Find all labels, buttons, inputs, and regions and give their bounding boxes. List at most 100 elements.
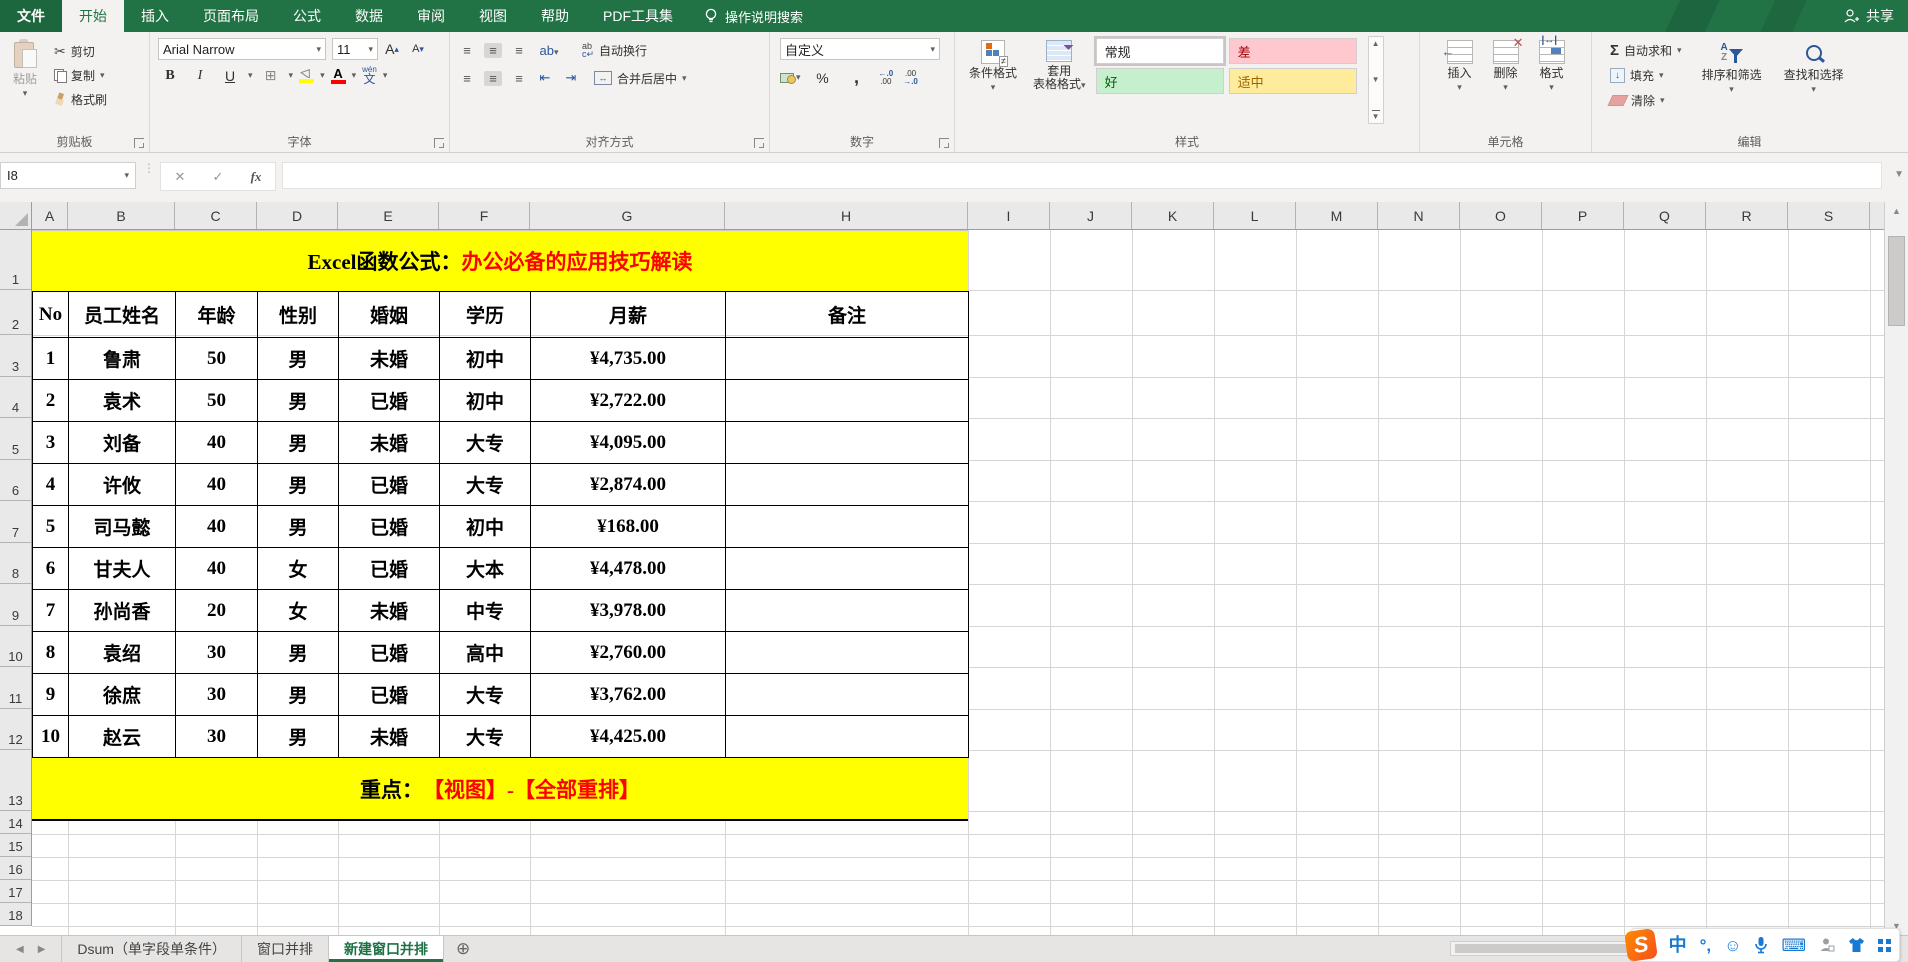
cut-button[interactable]: ✂ 剪切 — [50, 40, 111, 62]
ime-punctuation[interactable]: °, — [1700, 937, 1712, 954]
delete-cells-button[interactable]: ✕ 删除 ▾ — [1487, 36, 1525, 96]
gallery-down-icon[interactable]: ▼ — [1372, 75, 1380, 84]
number-format-combo[interactable]: 自定义 ▾ — [780, 38, 940, 60]
column-header-S[interactable]: S — [1788, 202, 1870, 229]
table-cell[interactable]: 5 — [32, 505, 69, 548]
table-cell[interactable]: 女 — [257, 547, 339, 590]
select-all-button[interactable] — [0, 202, 32, 230]
table-cell[interactable] — [725, 463, 969, 506]
dialog-launcher-icon[interactable] — [754, 138, 764, 148]
column-header-J[interactable]: J — [1050, 202, 1132, 229]
column-header-O[interactable]: O — [1460, 202, 1542, 229]
toolbox-grid-icon[interactable] — [1878, 938, 1883, 944]
table-cell[interactable]: ¥3,762.00 — [530, 673, 726, 716]
table-cell[interactable]: 大本 — [439, 547, 531, 590]
table-cell[interactable]: 50 — [175, 379, 258, 422]
comma-style-button[interactable]: , — [845, 67, 869, 88]
column-header-R[interactable]: R — [1706, 202, 1788, 229]
align-left-icon[interactable]: ≡ — [458, 71, 476, 86]
table-cell[interactable]: ¥4,478.00 — [530, 547, 726, 590]
ime-language-mode[interactable]: 中 — [1669, 936, 1687, 954]
fill-button[interactable]: ↓ 填充 ▾ — [1606, 64, 1686, 86]
row-header-7[interactable]: 7 — [0, 501, 31, 543]
row-header-14[interactable]: 14 — [0, 811, 31, 834]
sheet-tab-Dsum（单字段单条件）[interactable]: Dsum（单字段单条件） — [61, 936, 242, 962]
tab-开始[interactable]: 开始 — [62, 0, 124, 32]
table-cell[interactable]: 30 — [175, 631, 258, 674]
table-cell[interactable]: 20 — [175, 589, 258, 632]
orientation-icon[interactable]: ab▾ — [536, 43, 562, 58]
percent-style-button[interactable]: % — [811, 67, 835, 88]
skin-shirt-icon[interactable] — [1848, 937, 1865, 953]
row-header-15[interactable]: 15 — [0, 834, 31, 857]
table-cell[interactable]: 赵云 — [68, 715, 176, 758]
row-header-12[interactable]: 12 — [0, 709, 31, 750]
gallery-up-icon[interactable]: ▲ — [1372, 39, 1380, 48]
soft-keyboard-icon[interactable]: ⌨ — [1781, 937, 1806, 954]
column-header-N[interactable]: N — [1378, 202, 1460, 229]
clear-button[interactable]: 清除 ▾ — [1606, 89, 1686, 111]
phonetic-button[interactable]: wén 文 — [362, 66, 377, 86]
emoji-icon[interactable]: ☺ — [1724, 937, 1741, 954]
footer-banner[interactable]: 重点： 【视图】-【全部重排】 — [32, 758, 968, 821]
table-cell[interactable]: 徐庶 — [68, 673, 176, 716]
table-cell[interactable]: 未婚 — [338, 715, 440, 758]
align-bottom-icon[interactable]: ≡ — [510, 43, 528, 58]
table-cell[interactable]: 10 — [32, 715, 69, 758]
table-cell[interactable]: 孙尚香 — [68, 589, 176, 632]
autosum-button[interactable]: Σ 自动求和 ▾ — [1606, 39, 1686, 61]
paste-button[interactable]: 粘贴 ▾ — [6, 36, 44, 102]
table-cell[interactable]: 50 — [175, 337, 258, 380]
table-cell[interactable]: 1 — [32, 337, 69, 380]
sheet-nav-right-icon[interactable]: ▶ — [38, 944, 46, 955]
table-cell[interactable]: 已婚 — [338, 631, 440, 674]
column-header-G[interactable]: G — [530, 202, 725, 229]
table-cell[interactable]: 男 — [257, 505, 339, 548]
table-cell[interactable] — [725, 379, 969, 422]
tab-插入[interactable]: 插入 — [124, 0, 186, 32]
expand-formula-bar-icon[interactable]: ▼ — [1894, 169, 1904, 180]
name-box[interactable]: I8 ▾ — [0, 162, 136, 189]
align-center-icon[interactable]: ≡ — [484, 70, 502, 86]
wrap-text-button[interactable]: ab c↵ 自动换行 — [578, 39, 651, 61]
dialog-launcher-icon[interactable] — [434, 138, 444, 148]
namebox-resize-handle[interactable]: ⋮ — [142, 162, 156, 174]
format-cells-button[interactable]: |↔| 格式 ▾ — [1533, 36, 1571, 96]
table-cell[interactable]: 女 — [257, 589, 339, 632]
column-header-A[interactable]: A — [32, 202, 68, 229]
column-header-E[interactable]: E — [338, 202, 439, 229]
title-banner[interactable]: Excel函数公式： 办公必备的应用技巧解读 — [32, 230, 968, 291]
table-cell[interactable]: 男 — [257, 421, 339, 464]
table-cell[interactable]: 已婚 — [338, 547, 440, 590]
table-cell[interactable] — [725, 337, 969, 380]
column-header-I[interactable]: I — [968, 202, 1050, 229]
row-header-11[interactable]: 11 — [0, 667, 31, 709]
tab-帮助[interactable]: 帮助 — [524, 0, 586, 32]
dialog-launcher-icon[interactable] — [939, 138, 949, 148]
table-cell[interactable]: 许攸 — [68, 463, 176, 506]
borders-button[interactable]: ⊞ — [259, 65, 283, 86]
tab-数据[interactable]: 数据 — [338, 0, 400, 32]
table-cell[interactable]: ¥2,722.00 — [530, 379, 726, 422]
table-cell[interactable]: 男 — [257, 673, 339, 716]
italic-button[interactable]: I — [188, 65, 212, 86]
table-cell[interactable]: 2 — [32, 379, 69, 422]
align-top-icon[interactable]: ≡ — [458, 43, 476, 58]
table-cell[interactable]: 3 — [32, 421, 69, 464]
table-cell[interactable]: 未婚 — [338, 337, 440, 380]
sort-filter-button[interactable]: AZ 排序和筛选 ▾ — [1696, 36, 1768, 98]
table-cell[interactable]: 袁绍 — [68, 631, 176, 674]
table-cell[interactable]: 袁术 — [68, 379, 176, 422]
table-cell[interactable]: 初中 — [439, 337, 531, 380]
table-cell[interactable]: 30 — [175, 673, 258, 716]
column-header-M[interactable]: M — [1296, 202, 1378, 229]
table-cell[interactable]: 未婚 — [338, 421, 440, 464]
gallery-scroll[interactable]: ▲ ▼ ▼ — [1367, 36, 1384, 124]
column-header-D[interactable]: D — [257, 202, 338, 229]
table-cell[interactable]: 司马懿 — [68, 505, 176, 548]
gallery-more-icon[interactable]: ▼ — [1371, 110, 1380, 121]
table-cell[interactable]: 已婚 — [338, 463, 440, 506]
tab-页面布局[interactable]: 页面布局 — [186, 0, 276, 32]
horizontal-scroll-thumb[interactable] — [1455, 944, 1645, 953]
row-header-17[interactable]: 17 — [0, 880, 31, 903]
